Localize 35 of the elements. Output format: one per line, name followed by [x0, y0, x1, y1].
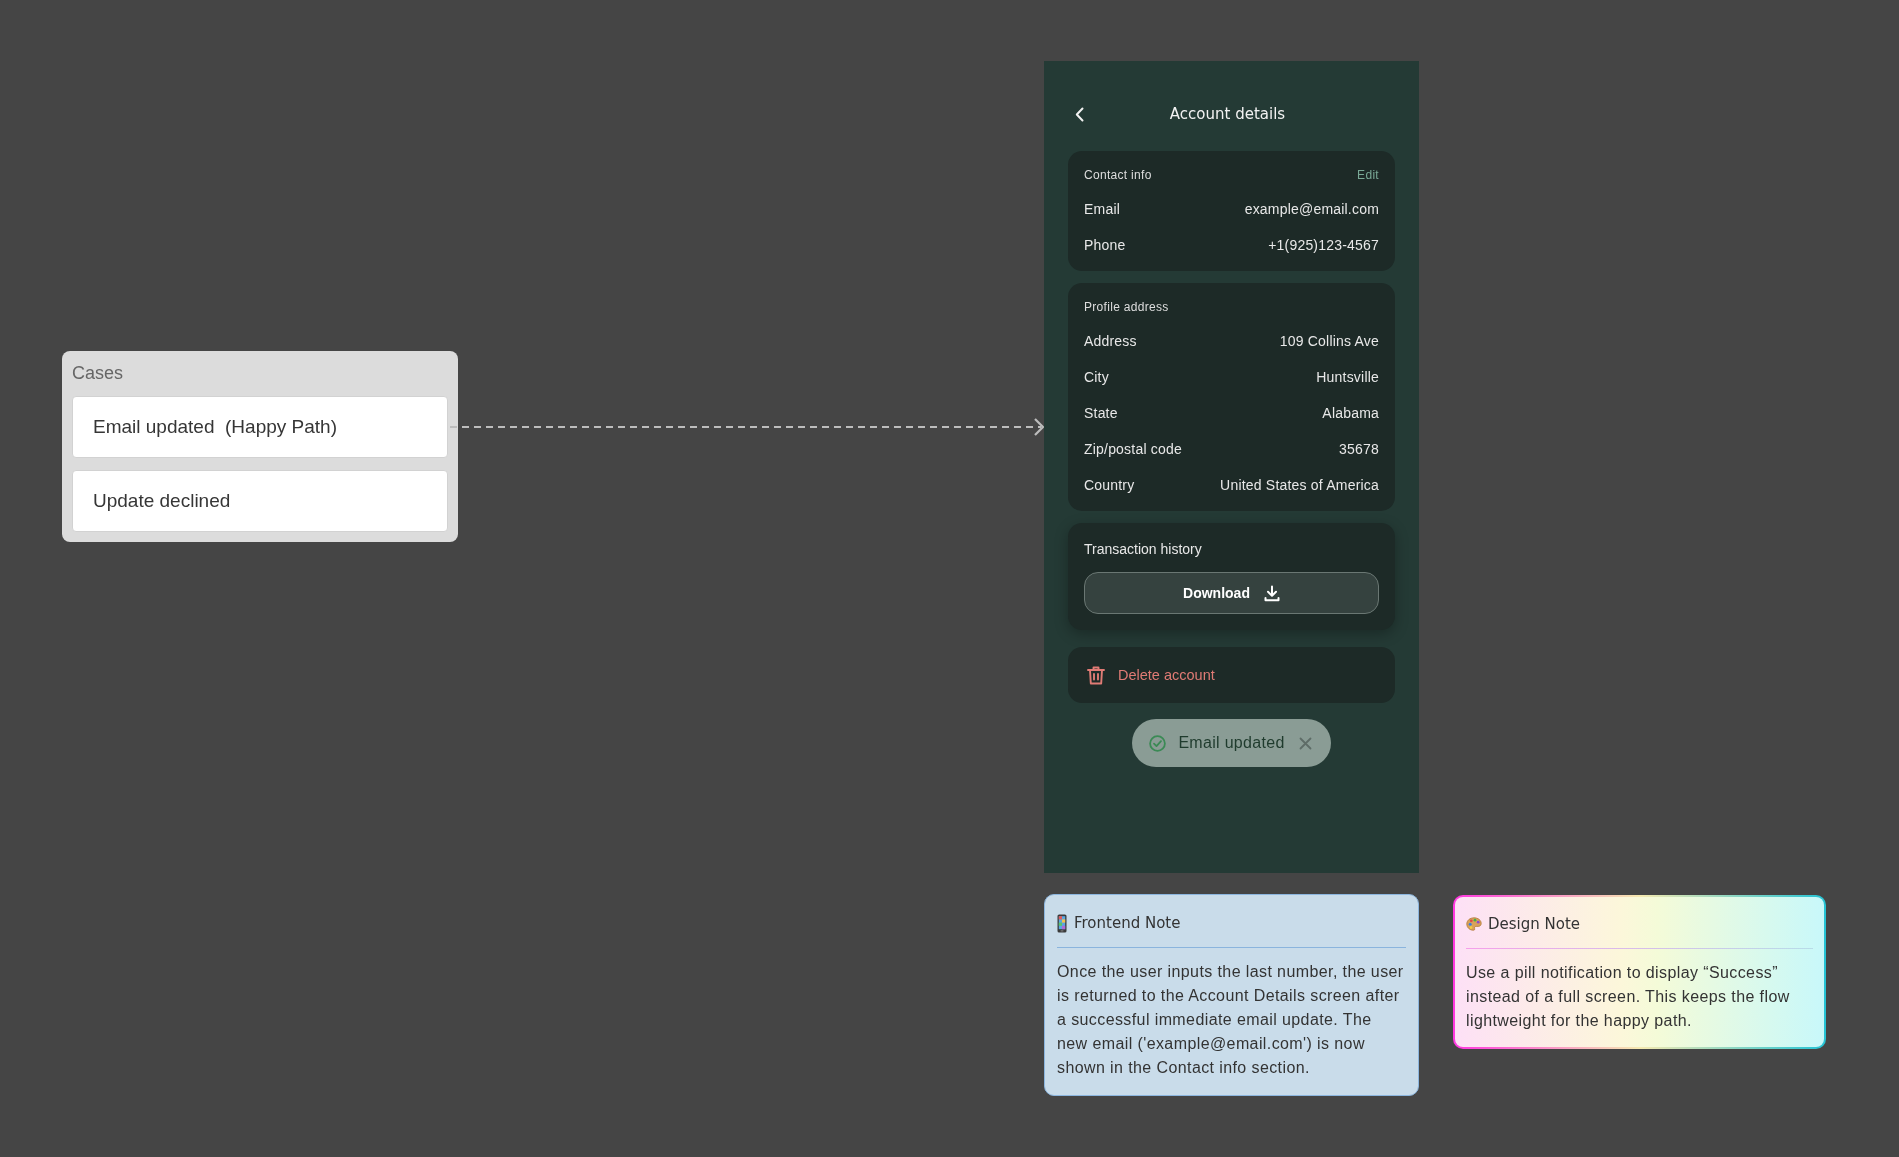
- case-item[interactable]: Email updated (Happy Path): [72, 396, 448, 458]
- download-icon: [1263, 584, 1280, 602]
- note-body: Use a pill notification to display “Success” instead of a full screen. This keeps the flow lightweight for the happy path.: [1466, 963, 1791, 1031]
- field-value: Huntsville: [1316, 369, 1379, 385]
- note-body: Once the user inputs the last number, the user is returned to the Account Details screen after a successful immediate email update. The new email ('example@email.com') is now shown in the Contact info section.: [1057, 962, 1405, 1078]
- panel-title: Cases: [72, 362, 124, 384]
- section-title: Profile address: [1084, 299, 1169, 315]
- edit-link[interactable]: Edit: [1357, 167, 1379, 183]
- field-value: +1(925)123-4567: [1268, 237, 1379, 253]
- check-circle-icon: [1149, 734, 1167, 752]
- field-label: Phone: [1084, 237, 1126, 253]
- field-value: 109 Collins Ave: [1279, 333, 1379, 349]
- field-value: example@email.com: [1244, 201, 1379, 217]
- delete-account-button[interactable]: Delete account: [1068, 647, 1395, 703]
- note-title: Frontend Note: [1074, 914, 1181, 932]
- field-value: United States of America: [1220, 477, 1379, 493]
- field-label: Address: [1084, 333, 1137, 349]
- phone-icon: [1057, 913, 1067, 933]
- field-value: 35678: [1339, 441, 1379, 457]
- screen-title: Account details: [1169, 105, 1286, 123]
- case-item[interactable]: Update declined: [72, 470, 448, 532]
- section-title: Contact info: [1084, 167, 1152, 183]
- field-label: State: [1084, 405, 1118, 421]
- toast-text: Email updated: [1178, 734, 1285, 752]
- field-label: Email: [1084, 201, 1120, 217]
- trash-icon: [1087, 665, 1105, 685]
- field-label: Country: [1084, 477, 1135, 493]
- download-button[interactable]: Download: [1084, 572, 1379, 614]
- field-label: Zip/postal code: [1084, 441, 1182, 457]
- field-label: City: [1084, 369, 1109, 385]
- section-title: Transaction history: [1084, 540, 1202, 558]
- field-value: Alabama: [1322, 405, 1379, 421]
- note-title: Design Note: [1488, 915, 1581, 933]
- palette-icon: [1466, 917, 1482, 931]
- back-icon[interactable]: [1075, 106, 1084, 122]
